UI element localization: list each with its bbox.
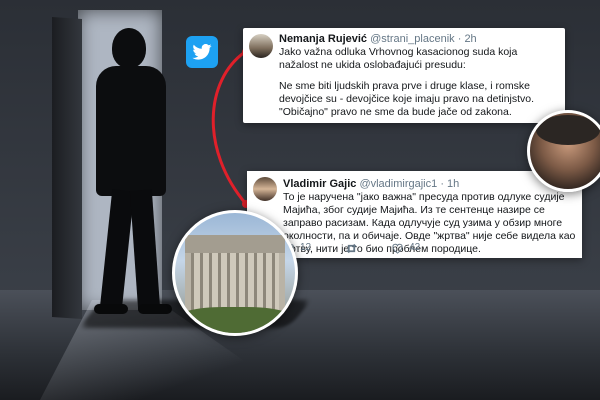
retweet-button[interactable] bbox=[345, 243, 358, 254]
author-name[interactable]: Nemanja Rujević bbox=[279, 33, 367, 45]
court-building-photo bbox=[172, 210, 298, 336]
tweet-time: · 1h bbox=[440, 178, 460, 190]
author-name[interactable]: Vladimir Gajic bbox=[283, 178, 356, 190]
like-count: 42 bbox=[409, 242, 421, 253]
author-handle[interactable]: @strani_placenik bbox=[370, 33, 455, 45]
retweet-icon bbox=[346, 243, 358, 253]
like-button[interactable]: 42 bbox=[392, 241, 420, 255]
open-door bbox=[52, 16, 82, 320]
avatar[interactable] bbox=[253, 177, 277, 201]
tweet-text-paragraph: Jako važna odluka Vrhovnog kasacionog su… bbox=[279, 46, 518, 71]
reply-count: 12 bbox=[300, 242, 312, 253]
tweet-header: Vladimir Gajic @vladimirgajic1 · 1h bbox=[283, 177, 459, 191]
tweet-time: · 2h bbox=[457, 33, 477, 45]
twitter-bird-icon bbox=[186, 36, 218, 68]
like-icon bbox=[392, 243, 403, 254]
avatar[interactable] bbox=[249, 34, 273, 58]
tweet-card-rujevic: Nemanja Rujević @strani_placenik · 2h Ja… bbox=[243, 28, 565, 123]
tweet-actions: 12 42 bbox=[283, 241, 448, 255]
man-portrait-photo bbox=[527, 110, 600, 192]
tweet-text-paragraph: Ne sme biti ljudskih prava prve i druge … bbox=[279, 80, 535, 118]
silhouette-person bbox=[88, 20, 176, 320]
author-handle[interactable]: @vladimirgajic1 bbox=[359, 178, 437, 190]
tweet-card-gajic: Vladimir Gajic @vladimirgajic1 · 1h То ј… bbox=[247, 171, 582, 258]
tweet-header: Nemanja Rujević @strani_placenik · 2h bbox=[279, 32, 477, 46]
